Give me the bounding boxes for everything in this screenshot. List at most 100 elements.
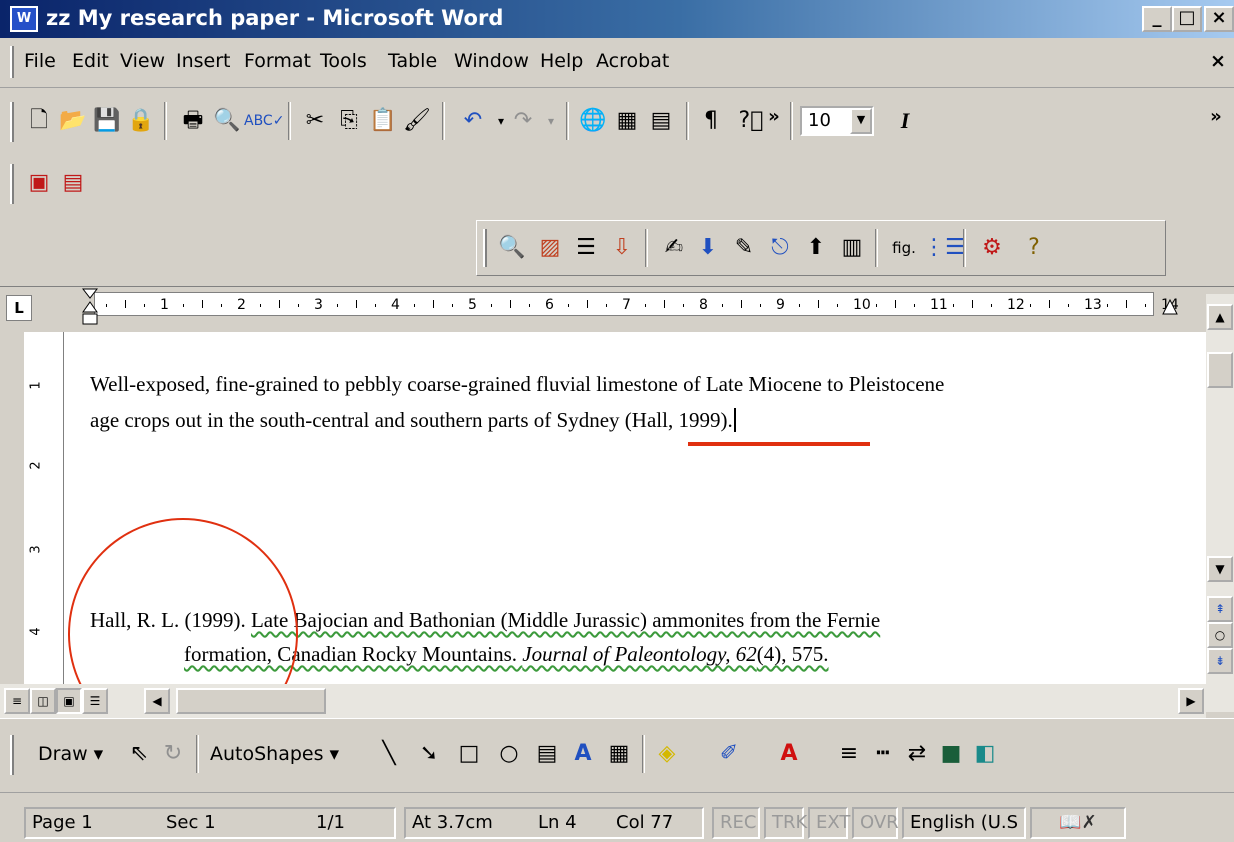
scroll-right-button[interactable]: ▶ — [1178, 688, 1204, 714]
menu-window[interactable]: Window — [454, 50, 529, 72]
menu-edit[interactable]: Edit — [72, 50, 109, 72]
outline-view-button[interactable]: ☰ — [82, 688, 108, 714]
title-bar[interactable]: W zz My research paper - Microsoft Word … — [0, 0, 1234, 38]
scroll-up-button[interactable]: ▲ — [1207, 304, 1233, 330]
free-rotate-icon[interactable]: ↻ — [156, 737, 190, 771]
figure-icon[interactable]: fig. — [887, 231, 921, 265]
menu-table[interactable]: Table — [388, 50, 437, 72]
wordart-icon[interactable]: A — [566, 737, 600, 771]
save-icon[interactable]: 💾 — [90, 104, 124, 138]
export-icon[interactable]: ⎋ — [763, 231, 797, 265]
print-icon[interactable]: 🖶 — [176, 104, 210, 138]
autoshapes-menu-button[interactable]: AutoShapes ▾ — [210, 743, 339, 765]
web-layout-view-button[interactable]: ◫ — [30, 688, 56, 714]
arrow-icon[interactable]: ➘ — [412, 737, 446, 771]
print-layout-view-button[interactable]: ▣ — [56, 688, 82, 714]
convert-and-email-icon[interactable]: ▤ — [56, 166, 90, 200]
scroll-down-button[interactable]: ▼ — [1207, 556, 1233, 582]
horizontal-scroll-thumb[interactable] — [176, 688, 326, 714]
text-box-icon[interactable]: ▤ — [530, 737, 564, 771]
cut-icon[interactable]: ✂ — [298, 104, 332, 138]
oval-icon[interactable]: ○ — [492, 737, 526, 771]
vertical-scrollbar[interactable]: ▲ ▼ ⇞ ○ ⇟ — [1206, 294, 1234, 712]
italic-button[interactable]: I — [888, 104, 922, 138]
tables-borders-icon[interactable]: ▦ — [610, 104, 644, 138]
highlight-icon[interactable]: ✎ — [727, 231, 761, 265]
status-rec[interactable]: REC — [712, 807, 760, 839]
toolbar-grip[interactable] — [483, 229, 487, 267]
spelling-status-icon[interactable]: 📖✗ — [1030, 807, 1126, 839]
magnifier-icon[interactable]: 🔍 — [495, 231, 529, 265]
menu-tools[interactable]: Tools — [320, 50, 367, 72]
rectangle-icon[interactable]: □ — [452, 737, 486, 771]
normal-view-button[interactable]: ≡ — [4, 688, 30, 714]
word-app-icon[interactable]: W — [10, 6, 38, 32]
menu-acrobat[interactable]: Acrobat — [596, 50, 669, 72]
numbering-icon[interactable]: ⋮☰ — [923, 231, 965, 265]
toolbar-overflow-icon[interactable]: » — [1204, 100, 1228, 134]
insert-table-icon[interactable]: ▤ — [644, 104, 678, 138]
status-language[interactable]: English (U.S — [902, 807, 1026, 839]
edit-icon[interactable]: ✍ — [657, 231, 691, 265]
toolbar-grip[interactable] — [10, 164, 14, 204]
spelling-icon[interactable]: ABC✓ — [244, 104, 284, 138]
notes-icon[interactable]: ▥ — [835, 231, 869, 265]
upload-icon[interactable]: ⬆ — [799, 231, 833, 265]
next-page-button[interactable]: ⇟ — [1207, 648, 1233, 674]
status-ovr[interactable]: OVR — [852, 807, 899, 839]
arrow-style-icon[interactable]: ⇄ — [900, 737, 934, 771]
draw-menu-button[interactable]: Draw ▾ — [38, 743, 103, 765]
status-page-section[interactable]: Page 1 Sec 1 1/1 — [24, 807, 396, 839]
shadow-icon[interactable]: ■ — [934, 737, 968, 771]
status-ext[interactable]: EXT — [808, 807, 850, 839]
convert-to-pdf-icon[interactable]: ▣ — [22, 166, 56, 200]
print-preview-icon[interactable]: 🔍 — [210, 104, 244, 138]
fill-color-icon[interactable]: ◈ — [650, 737, 684, 771]
copy-icon[interactable]: ⎘ — [332, 104, 366, 138]
menu-view[interactable]: View — [120, 50, 165, 72]
download-icon[interactable]: ⬇ — [691, 231, 725, 265]
menu-insert[interactable]: Insert — [176, 50, 231, 72]
dash-style-icon[interactable]: ┅ — [866, 737, 900, 771]
line-icon[interactable]: ╲ — [372, 737, 406, 771]
select-objects-icon[interactable]: ⇖ — [122, 737, 156, 771]
line-color-icon[interactable]: ✐ — [712, 737, 746, 771]
help-icon[interactable]: ?⃞ — [734, 104, 768, 138]
status-trk[interactable]: TRK — [764, 807, 807, 839]
chevron-down-icon[interactable]: ▼ — [850, 108, 872, 134]
line-style-icon[interactable]: ≡ — [832, 737, 866, 771]
toolbar-overflow-icon[interactable]: » — [764, 100, 784, 134]
minimize-button[interactable]: _ — [1142, 6, 1172, 32]
menu-grip[interactable] — [10, 46, 14, 78]
3d-icon[interactable]: ◧ — [968, 737, 1002, 771]
select-browse-object-button[interactable]: ○ — [1207, 622, 1233, 648]
menu-format[interactable]: Format — [244, 50, 311, 72]
font-size-select[interactable]: 10 ▼ — [800, 106, 874, 136]
toolbar-grip[interactable] — [10, 102, 14, 142]
clip-art-icon[interactable]: ▦ — [602, 737, 636, 771]
settings-icon[interactable]: ⚙ — [975, 231, 1009, 265]
maximize-button[interactable]: □ — [1172, 6, 1202, 32]
format-painter-icon[interactable]: 🖌 — [400, 104, 434, 138]
close-button[interactable]: × — [1204, 6, 1234, 32]
previous-page-button[interactable]: ⇞ — [1207, 596, 1233, 622]
help-icon[interactable]: ? — [1017, 231, 1051, 265]
vertical-ruler[interactable]: 1 2 3 4 — [24, 332, 64, 684]
redo-dropdown-icon[interactable]: ▾ — [534, 104, 568, 138]
picture-icon[interactable]: ▨ — [533, 231, 567, 265]
horizontal-scrollbar[interactable]: ≡ ◫ ▣ ☰ ◀ ▶ — [0, 684, 1206, 718]
hyperlink-icon[interactable]: 🌐 — [576, 104, 610, 138]
scroll-left-button[interactable]: ◀ — [144, 688, 170, 714]
menu-file[interactable]: File — [24, 50, 56, 72]
document-page[interactable]: Well-exposed, fine-grained to pebbly coa… — [64, 332, 1206, 684]
show-formatting-icon[interactable]: ¶ — [694, 104, 728, 138]
scroll-thumb[interactable] — [1207, 352, 1233, 388]
status-position[interactable]: At 3.7cm Ln 4 Col 77 — [404, 807, 704, 839]
list-icon[interactable]: ☰ — [569, 231, 603, 265]
paste-icon[interactable]: 📋 — [366, 104, 400, 138]
font-color-icon[interactable]: A — [772, 737, 806, 771]
toolbar-grip[interactable] — [10, 735, 14, 775]
menu-help[interactable]: Help — [540, 50, 583, 72]
right-indent-marker[interactable] — [1162, 298, 1178, 316]
document-close-icon[interactable]: × — [1210, 50, 1226, 72]
